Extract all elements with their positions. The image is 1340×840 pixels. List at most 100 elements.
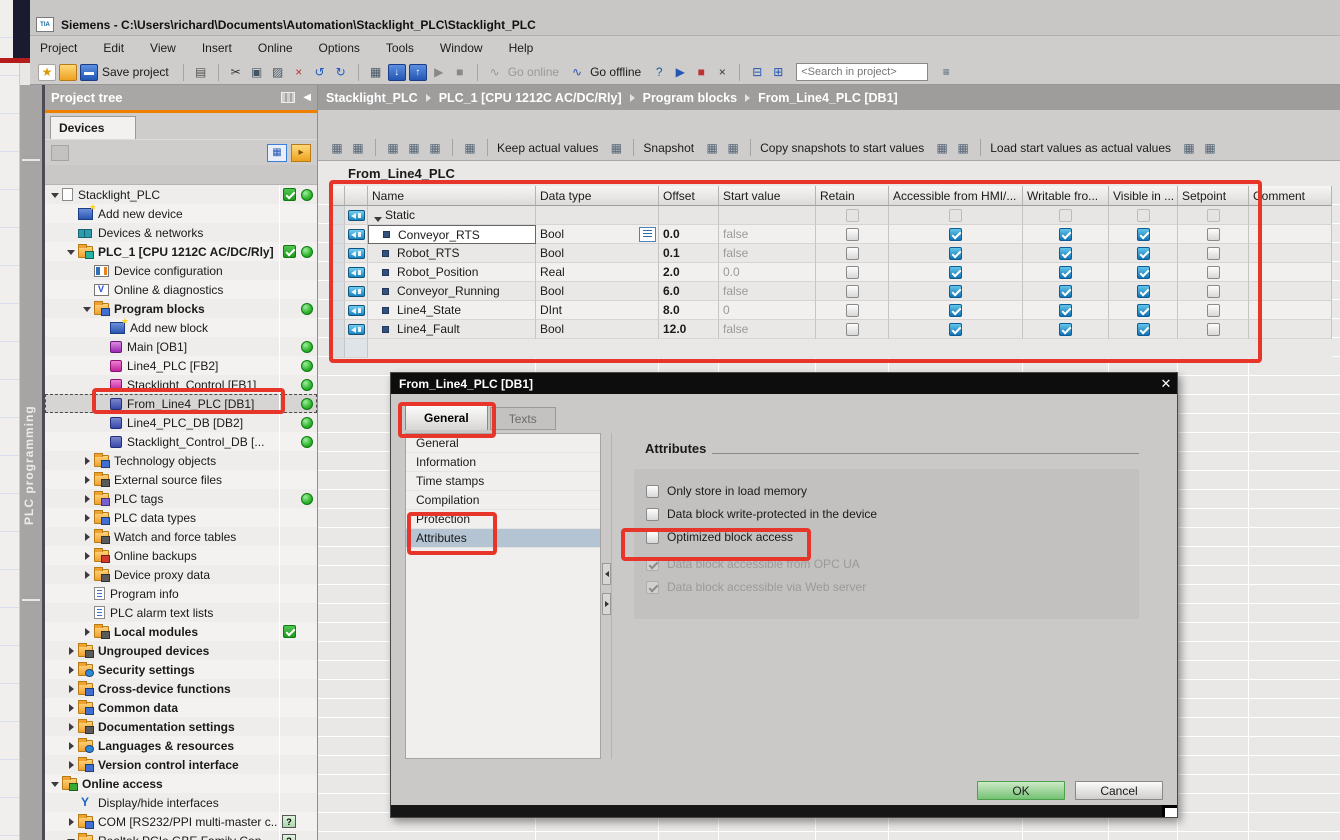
- menu-project[interactable]: Project: [40, 41, 77, 55]
- delete-icon[interactable]: ×: [290, 64, 308, 81]
- dialog-tab-texts[interactable]: Texts: [490, 407, 556, 430]
- close-icon[interactable]: ✕: [1155, 376, 1177, 392]
- tree-item-security-settings[interactable]: Security settings: [45, 660, 317, 679]
- expand-members-icon[interactable]: ▦: [426, 139, 444, 156]
- resize-handle[interactable]: [1162, 805, 1177, 817]
- cell-comment[interactable]: [1249, 282, 1332, 301]
- cell-data-type[interactable]: DInt: [536, 301, 659, 320]
- tree-item-device-proxy-data[interactable]: Device proxy data: [45, 565, 317, 584]
- checkbox-setpoint[interactable]: [1207, 323, 1220, 336]
- tree-item-cross-device-functions[interactable]: Cross-device functions: [45, 679, 317, 698]
- cell-data-type[interactable]: [536, 206, 659, 225]
- row-selector[interactable]: [331, 263, 345, 282]
- tree-item-line4-plc-fb2[interactable]: Line4_PLC [FB2]: [45, 356, 317, 375]
- menu-view[interactable]: View: [150, 41, 176, 55]
- cell-comment[interactable]: [1249, 320, 1332, 339]
- save-project-icon[interactable]: ▬: [80, 64, 98, 81]
- cell-start-value[interactable]: false: [719, 320, 816, 339]
- splitter-collapse-right-icon[interactable]: [602, 593, 611, 615]
- checkbox-visible-hmi[interactable]: [1137, 266, 1150, 279]
- keep-values-db-icon[interactable]: ▦: [607, 139, 625, 156]
- tree-item-plc-data-types[interactable]: PLC data types: [45, 508, 317, 527]
- tree-item-plc-1-cpu-1212c-ac-dc-rly[interactable]: PLC_1 [CPU 1212C AC/DC/Rly]: [45, 242, 317, 261]
- auto-collapse-icon[interactable]: [281, 92, 295, 103]
- tab-devices[interactable]: Devices: [50, 116, 136, 139]
- checkbox-writable-hmi[interactable]: [1059, 285, 1072, 298]
- dialog-nav-time-stamps[interactable]: Time stamps: [406, 472, 600, 491]
- reset-start-values-icon[interactable]: ▦: [405, 139, 423, 156]
- cell-data-type[interactable]: Bool: [536, 320, 659, 339]
- stop-simulation-icon[interactable]: ■: [692, 64, 710, 81]
- menu-window[interactable]: Window: [440, 41, 483, 55]
- project-library-icon[interactable]: ≡: [937, 64, 955, 81]
- tree-item-line4-plc-db-db2[interactable]: Line4_PLC_DB [DB2]: [45, 413, 317, 432]
- tree-item-device-configuration[interactable]: Device configuration: [45, 261, 317, 280]
- checkbox-retain[interactable]: [846, 304, 859, 317]
- cell-comment[interactable]: [1249, 206, 1332, 225]
- tree-item-version-control-interface[interactable]: Version control interface: [45, 755, 317, 774]
- table-row-robot-position[interactable]: Robot_PositionReal2.00.0: [331, 263, 1332, 282]
- cell-offset[interactable]: 0.0: [659, 225, 719, 244]
- row-selector[interactable]: [331, 320, 345, 339]
- print-icon[interactable]: ▤: [192, 64, 210, 81]
- cell-name[interactable]: Line4_State: [368, 301, 536, 320]
- cell-offset[interactable]: 12.0: [659, 320, 719, 339]
- table-row-conveyor-rts[interactable]: Conveyor_RTSBool0.0false: [331, 225, 1332, 244]
- redo-icon[interactable]: ↻: [332, 64, 350, 81]
- checkbox-writable-hmi[interactable]: [1059, 323, 1072, 336]
- cell-data-type[interactable]: Bool: [536, 244, 659, 263]
- cell-name[interactable]: Robot_RTS: [368, 244, 536, 263]
- cell-offset[interactable]: 2.0: [659, 263, 719, 282]
- ok-button[interactable]: OK: [977, 781, 1065, 800]
- checkbox-retain[interactable]: [846, 323, 859, 336]
- cell-comment[interactable]: [1249, 244, 1332, 263]
- dialog-tab-general[interactable]: General: [405, 404, 488, 430]
- tree-item-main-ob1[interactable]: Main [OB1]: [45, 337, 317, 356]
- dialog-nav-general[interactable]: General: [406, 434, 600, 453]
- checkbox-accessible-hmi[interactable]: [949, 247, 962, 260]
- tree-item-realtek-pcie-gbe-family-con[interactable]: Realtek PCIe GBE Family Con...?: [45, 831, 317, 840]
- tree-item-external-source-files[interactable]: External source files: [45, 470, 317, 489]
- dialog-nav-information[interactable]: Information: [406, 453, 600, 472]
- accessible-devices-icon[interactable]: ?: [650, 64, 668, 81]
- checkbox-retain[interactable]: [846, 266, 859, 279]
- snapshot-copy-all-icon[interactable]: ▦: [724, 139, 742, 156]
- row-selector[interactable]: [331, 282, 345, 301]
- tree-item-program-info[interactable]: Program info: [45, 584, 317, 603]
- cell-name[interactable]: Robot_Position: [368, 263, 536, 282]
- cell-start-value[interactable]: [719, 206, 816, 225]
- split-vertical-icon[interactable]: ⊞: [769, 64, 787, 81]
- tree-item-ungrouped-devices[interactable]: Ungrouped devices: [45, 641, 317, 660]
- download-to-device-icon[interactable]: ↓: [388, 64, 406, 81]
- checkbox-only-store-in-load-memory[interactable]: [646, 485, 659, 498]
- breadcrumb-plc-1-cpu-1212c-ac-dc-rly[interactable]: PLC_1 [CPU 1212C AC/DC/Rly]: [439, 91, 622, 105]
- checkbox-setpoint[interactable]: [1207, 247, 1220, 260]
- breadcrumb-stacklight-plc[interactable]: Stacklight_PLC: [326, 91, 418, 105]
- open-project-icon[interactable]: [59, 64, 77, 81]
- new-project-icon[interactable]: ★: [38, 64, 56, 81]
- compile-icon[interactable]: ▦: [367, 64, 385, 81]
- checkbox-data-block-write-protected-in-the-device[interactable]: [646, 508, 659, 521]
- checkbox-setpoint[interactable]: [1207, 266, 1220, 279]
- menu-online[interactable]: Online: [258, 41, 293, 55]
- plc-programming-tab[interactable]: PLC programming: [20, 85, 42, 840]
- tree-item-stacklight-plc[interactable]: Stacklight_PLC: [45, 185, 317, 204]
- checkbox-setpoint[interactable]: [1207, 228, 1220, 241]
- tree-item-add-new-block[interactable]: Add new block: [45, 318, 317, 337]
- tree-item-program-blocks[interactable]: Program blocks: [45, 299, 317, 318]
- start-simulation-icon[interactable]: ▶: [671, 64, 689, 81]
- tree-item-com-rs232-ppi-multi-master-c[interactable]: COM [RS232/PPI multi-master c...?: [45, 812, 317, 831]
- snapshot-copy-icon[interactable]: ▦: [703, 139, 721, 156]
- row-selector[interactable]: [331, 301, 345, 320]
- tree-item-local-modules[interactable]: Local modules: [45, 622, 317, 641]
- row-selector[interactable]: [331, 225, 345, 244]
- checkbox-retain[interactable]: [846, 228, 859, 241]
- dialog-title-bar[interactable]: From_Line4_PLC [DB1] ✕: [391, 373, 1177, 394]
- tree-item-online-access[interactable]: Online access: [45, 774, 317, 793]
- stop-cpu-icon[interactable]: ■: [451, 64, 469, 81]
- expander-down-icon[interactable]: [372, 209, 385, 221]
- checkbox-writable-hmi[interactable]: [1059, 228, 1072, 241]
- menu-help[interactable]: Help: [509, 41, 534, 55]
- copy-icon[interactable]: ▣: [248, 64, 266, 81]
- cell-comment[interactable]: [1249, 301, 1332, 320]
